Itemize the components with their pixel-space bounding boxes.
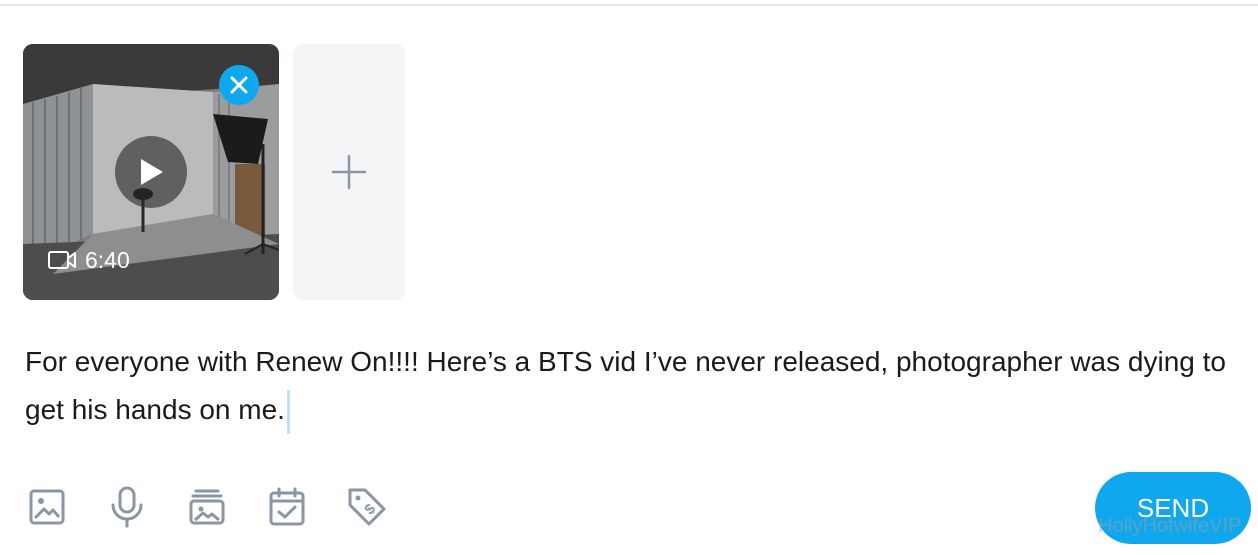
remove-media-button[interactable] [219, 65, 259, 105]
add-image-button[interactable] [24, 484, 70, 530]
plus-icon [331, 154, 367, 190]
watermark: HollyHotwifeVIP [1098, 515, 1242, 537]
image-icon [29, 489, 65, 525]
post-text: For everyone with Renew On!!!! Here’s a … [25, 346, 1226, 425]
vault-icon [189, 489, 225, 525]
video-camera-icon [47, 249, 77, 271]
top-divider [0, 4, 1258, 6]
price-tag-icon: $ [348, 488, 386, 526]
text-caret [286, 389, 290, 434]
video-duration: 6:40 [47, 246, 130, 274]
schedule-button[interactable] [264, 484, 310, 530]
set-price-button[interactable]: $ [344, 484, 390, 530]
record-voice-button[interactable] [104, 484, 150, 530]
add-media-button[interactable] [293, 44, 405, 300]
play-icon [141, 159, 163, 185]
vault-button[interactable] [184, 484, 230, 530]
play-button[interactable] [115, 136, 187, 208]
duration-label: 6:40 [85, 246, 130, 273]
microphone-icon [111, 486, 143, 528]
post-text-input[interactable]: For everyone with Renew On!!!! Here’s a … [25, 338, 1247, 434]
calendar-check-icon [269, 487, 305, 526]
close-icon [230, 76, 248, 94]
